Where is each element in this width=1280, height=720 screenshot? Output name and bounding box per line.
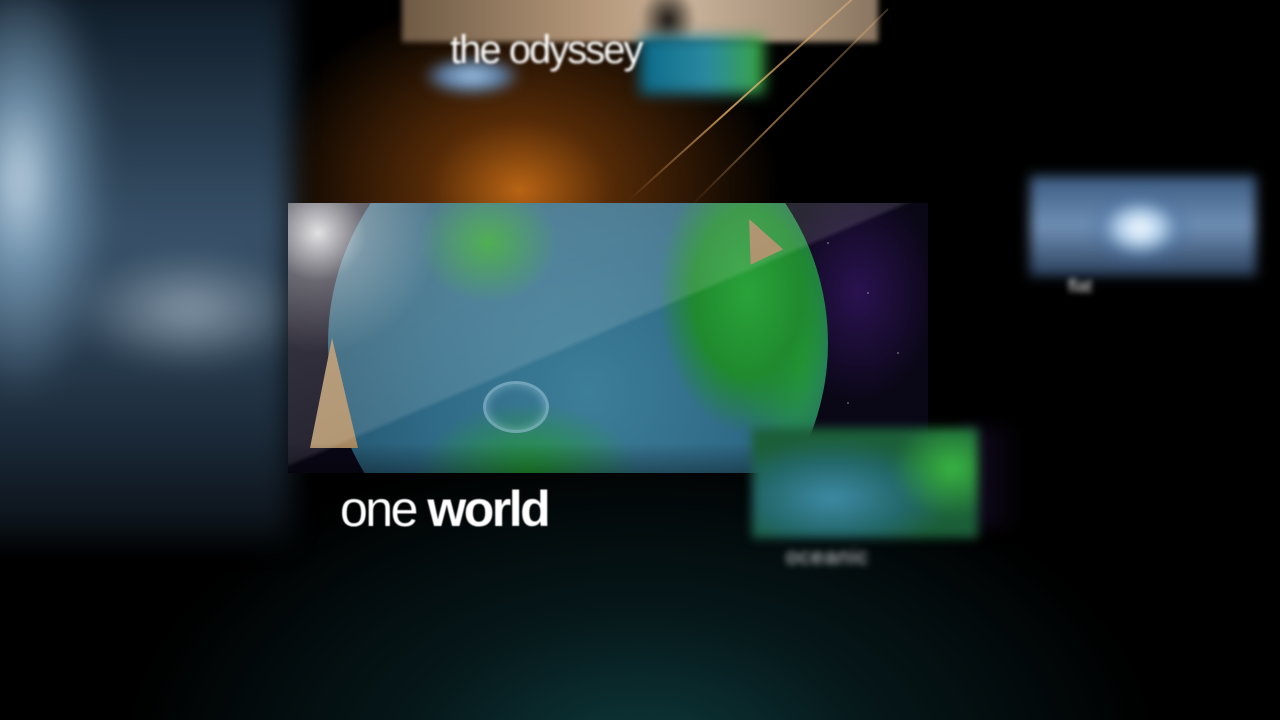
carousel-item-lower-thumbnail[interactable] [752,428,978,538]
top-subitem-thumbnail-right[interactable] [640,36,764,94]
featured-title-bold: world [427,481,550,537]
carousel-item-right-label: flat [1068,276,1093,296]
carousel-item-lower-label: oceanic [786,544,869,569]
featured-item-title: one world [340,481,551,537]
media-carousel-screen: the odyssey flat oceanic one world [0,0,1280,720]
carousel-item-right-thumbnail[interactable] [1030,176,1256,276]
featured-title-light: one [340,481,418,537]
carousel-item-top-title: the odyssey [450,28,643,72]
carousel-item-left-thumbnail[interactable] [0,0,290,540]
